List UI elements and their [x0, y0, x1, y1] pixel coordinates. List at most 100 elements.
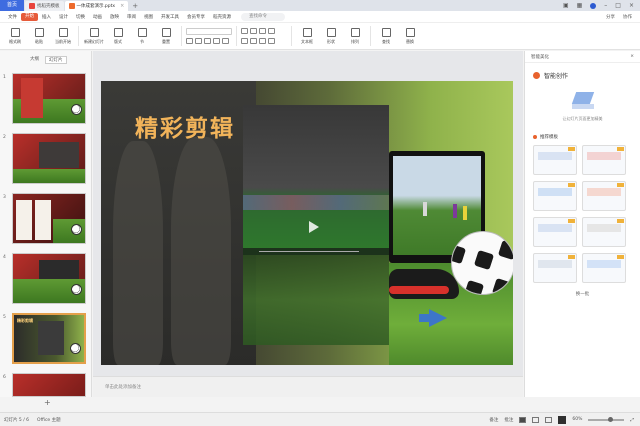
menu-home[interactable]: 开始	[21, 12, 38, 21]
reset-button[interactable]: 重置	[155, 27, 177, 45]
layout-button[interactable]: 版式	[107, 27, 129, 45]
menu-member[interactable]: 会员专享	[183, 14, 209, 20]
template-card[interactable]	[533, 181, 577, 211]
slide-thumbnail[interactable]	[12, 193, 86, 244]
textbox-button[interactable]: 文本框	[296, 27, 318, 45]
notes-field[interactable]: 单击此处添加备注	[93, 376, 523, 397]
menu-slideshow[interactable]: 放映	[106, 14, 123, 20]
slide-thumbnail[interactable]	[12, 373, 86, 397]
maximize-icon[interactable]: □	[615, 2, 621, 9]
menu-file[interactable]: 文件	[4, 14, 21, 20]
indent-icon[interactable]	[259, 27, 266, 34]
tab-presentation[interactable]: 一体成套演示.pptx ×	[64, 1, 129, 11]
arrange-icon	[350, 27, 360, 37]
tab-template[interactable]: 找稻壳模板	[25, 1, 64, 11]
video-progress[interactable]	[259, 251, 359, 252]
paste-button[interactable]: 粘贴	[28, 27, 50, 45]
numbering-icon[interactable]	[250, 27, 257, 34]
slide-thumbnail-selected[interactable]: 精彩剪辑	[12, 313, 86, 364]
menu-insert[interactable]: 插入	[38, 14, 55, 20]
video-controls[interactable]	[243, 248, 389, 255]
menu-view[interactable]: 视图	[140, 14, 157, 20]
zoom-slider[interactable]	[588, 416, 625, 422]
template-card[interactable]	[582, 181, 626, 211]
collaborate-button[interactable]: 协作	[623, 14, 632, 20]
template-card[interactable]	[582, 217, 626, 247]
panel-description: 让幻灯片页面更加精美	[562, 116, 603, 121]
tab-outline[interactable]: 大纲	[30, 56, 39, 64]
replace-button[interactable]: 替换	[399, 27, 421, 45]
close-window-icon[interactable]: ×	[629, 2, 634, 9]
home-button[interactable]: 首页	[0, 0, 24, 11]
underline-icon[interactable]	[204, 37, 211, 44]
slide-thumbnail[interactable]	[12, 253, 86, 304]
slideshow-play-icon[interactable]	[558, 415, 567, 424]
theme-name: Office 主题	[37, 417, 61, 423]
slide-thumbnail[interactable]	[12, 73, 86, 124]
status-bar: 幻灯片 5 / 6 Office 主题 备注 批注 60% ⤢	[0, 412, 640, 426]
template-card[interactable]	[533, 217, 577, 247]
outdent-icon[interactable]	[268, 27, 275, 34]
template-card[interactable]	[582, 145, 626, 175]
shapes-button[interactable]: 形状	[320, 27, 342, 45]
menu-animations[interactable]: 动画	[89, 14, 106, 20]
section-button[interactable]: 节	[131, 27, 153, 45]
font-controls	[186, 27, 232, 45]
find-button[interactable]: 查找	[375, 27, 397, 45]
justify-icon[interactable]	[268, 37, 275, 44]
video-player-secondary[interactable]	[243, 255, 389, 345]
close-tab-icon[interactable]: ×	[120, 3, 124, 9]
format-painter-button[interactable]: 格式刷	[4, 27, 26, 45]
soccer-ball-image[interactable]	[451, 231, 513, 295]
italic-icon[interactable]	[195, 37, 202, 44]
align-left-icon[interactable]	[241, 37, 248, 44]
ribbon-toolbar: 格式刷 粘贴 当前开始 新建幻灯片 版式 节 重置 文本框 形状 排列 查找 替…	[0, 23, 640, 50]
vip-badge	[568, 147, 575, 151]
align-center-icon[interactable]	[250, 37, 257, 44]
grid-icon[interactable]: ▦	[577, 2, 583, 9]
tab-slides[interactable]: 幻灯片	[45, 56, 67, 64]
reading-view-icon[interactable]	[545, 416, 553, 423]
command-search-input[interactable]: 查找命令	[241, 12, 285, 21]
video-player[interactable]	[243, 105, 389, 255]
menu-review[interactable]: 审阅	[123, 14, 140, 20]
menu-docer[interactable]: 稻壳资源	[209, 14, 235, 20]
play-icon[interactable]	[309, 221, 319, 233]
reset-icon	[161, 27, 171, 37]
menu-design[interactable]: 设计	[55, 14, 72, 20]
fit-window-icon[interactable]: ⤢	[630, 417, 634, 423]
refresh-templates-button[interactable]: 换一批	[525, 291, 640, 297]
font-color-icon[interactable]	[222, 37, 229, 44]
share-button[interactable]: 分享	[606, 14, 615, 20]
menu-transitions[interactable]: 切换	[72, 14, 89, 20]
template-card[interactable]	[582, 253, 626, 283]
current-slide[interactable]: 精彩剪辑	[101, 81, 513, 365]
new-slide-button[interactable]: 新建幻灯片	[83, 27, 105, 45]
slide-title[interactable]: 精彩剪辑	[135, 109, 235, 143]
slide-thumbnail[interactable]	[12, 133, 86, 184]
zoom-slider-knob[interactable]	[608, 416, 614, 422]
menu-developer[interactable]: 开发工具	[157, 14, 183, 20]
strikethrough-icon[interactable]	[213, 37, 220, 44]
align-right-icon[interactable]	[259, 37, 266, 44]
bold-icon[interactable]	[186, 37, 193, 44]
font-name-select[interactable]	[186, 27, 232, 35]
add-slide-button[interactable]: +	[44, 398, 51, 407]
normal-view-icon[interactable]	[519, 416, 527, 423]
comments-toggle[interactable]: 批注	[504, 417, 513, 423]
sorter-view-icon[interactable]	[532, 416, 540, 423]
window-controls: ▣ ▦ – □ ×	[563, 2, 640, 9]
minimize-icon[interactable]: –	[604, 2, 607, 9]
arrange-button[interactable]: 排列	[344, 27, 366, 45]
template-card[interactable]	[533, 253, 577, 283]
from-current-button[interactable]: 当前开始	[52, 27, 74, 45]
bullets-icon[interactable]	[241, 27, 248, 34]
avatar[interactable]	[590, 2, 597, 9]
search-icon	[381, 27, 391, 37]
new-tab-button[interactable]: +	[132, 2, 138, 10]
close-panel-icon[interactable]: ×	[630, 54, 634, 59]
notes-toggle[interactable]: 备注	[489, 417, 498, 423]
brush-icon	[10, 27, 20, 37]
template-card[interactable]	[533, 145, 577, 175]
layout-icon[interactable]: ▣	[563, 2, 569, 9]
